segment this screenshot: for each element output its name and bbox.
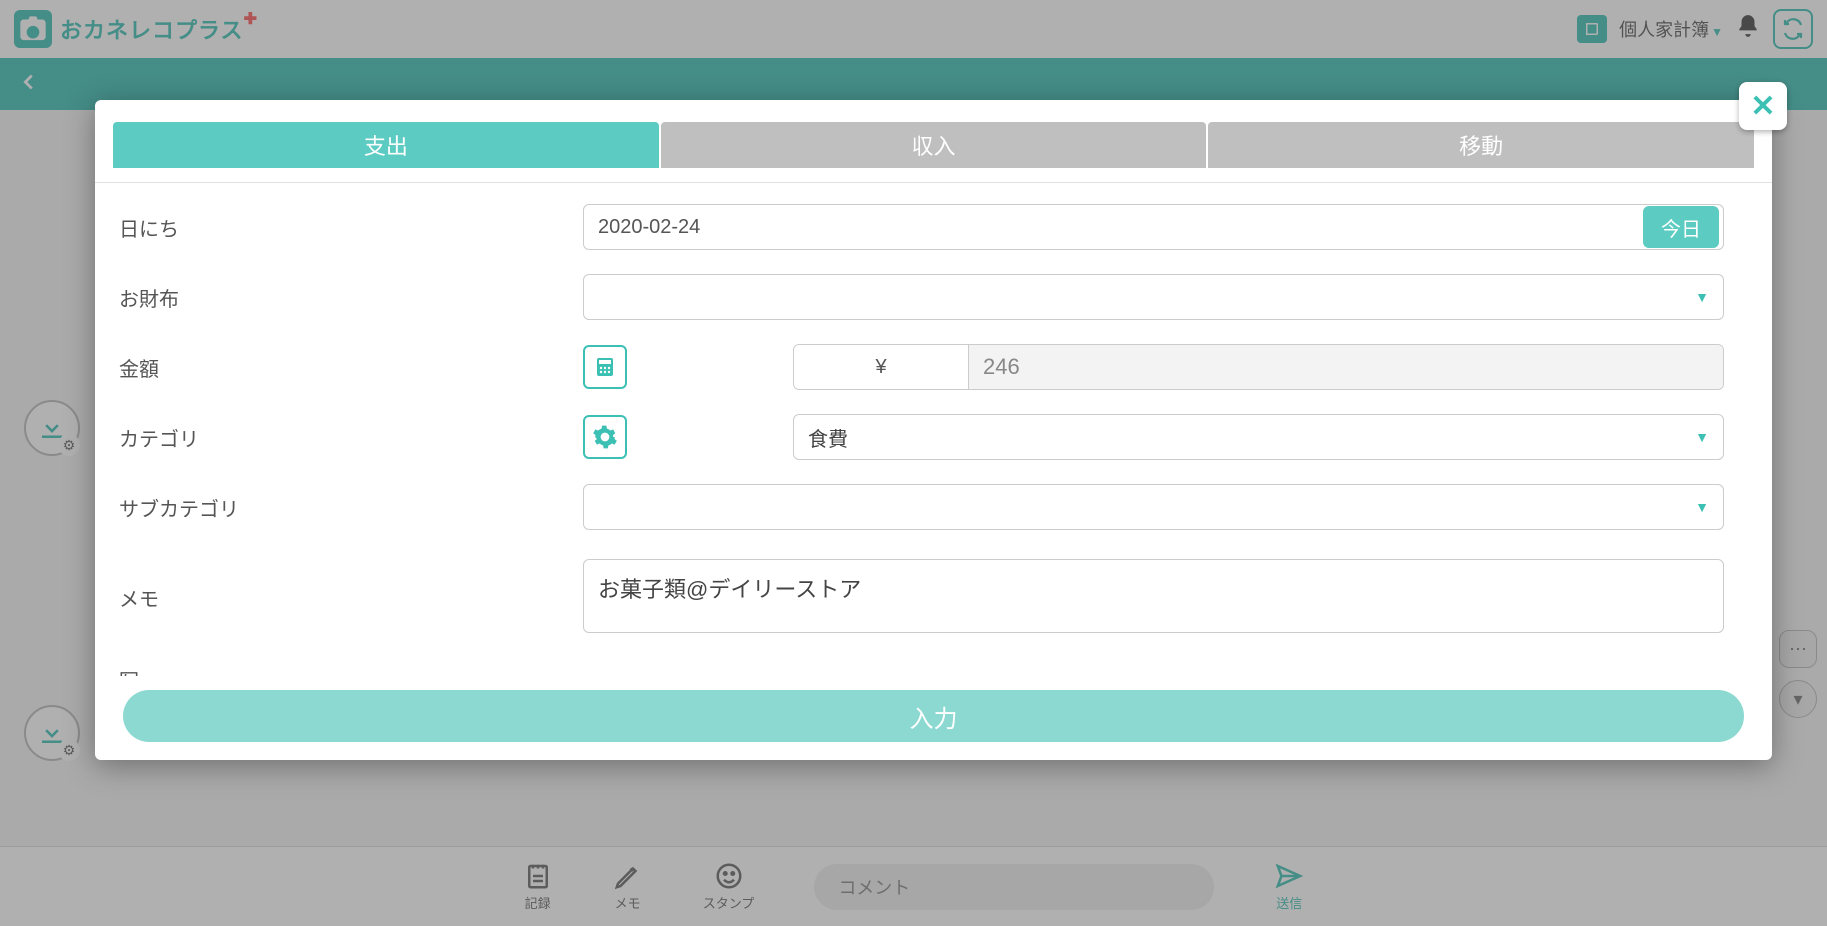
tab-income[interactable]: 収入: [661, 122, 1207, 168]
today-button[interactable]: 今日: [1643, 206, 1719, 248]
chevron-down-icon: ▼: [1695, 499, 1709, 515]
label-photo: 写: [113, 665, 583, 677]
label-wallet: お財布: [113, 283, 583, 312]
tab-expense[interactable]: 支出: [113, 122, 659, 168]
chevron-down-icon: ▼: [1695, 289, 1709, 305]
currency-symbol: ¥: [794, 345, 969, 389]
chevron-down-icon: ▼: [1695, 429, 1709, 445]
amount-value[interactable]: 246: [969, 345, 1723, 389]
date-input[interactable]: 2020-02-24 今日: [583, 204, 1724, 250]
amount-input[interactable]: ¥ 246: [793, 344, 1724, 390]
subcategory-select[interactable]: ▼: [583, 484, 1724, 530]
memo-input[interactable]: お菓子類@デイリーストア: [583, 559, 1724, 633]
entry-type-tabs: 支出 収入 移動: [95, 100, 1772, 168]
form-scroll-area[interactable]: 日にち 2020-02-24 今日 お財布 ▼ 金額: [95, 183, 1772, 676]
category-select[interactable]: 食費 ▼: [793, 414, 1724, 460]
label-subcategory: サブカテゴリ: [113, 493, 583, 522]
label-date: 日にち: [113, 213, 583, 242]
submit-button[interactable]: 入力: [123, 690, 1744, 742]
close-icon: ✕: [1750, 89, 1775, 124]
label-memo: メモ: [113, 559, 583, 612]
close-button[interactable]: ✕: [1739, 82, 1787, 130]
label-category: カテゴリ: [113, 423, 583, 452]
wallet-select[interactable]: ▼: [583, 274, 1724, 320]
calculator-button[interactable]: [583, 345, 627, 389]
label-amount: 金額: [113, 353, 583, 382]
category-settings-button[interactable]: [583, 415, 627, 459]
tab-transfer[interactable]: 移動: [1208, 122, 1754, 168]
entry-modal: 支出 収入 移動 日にち 2020-02-24 今日 お財布 ▼: [95, 100, 1772, 760]
